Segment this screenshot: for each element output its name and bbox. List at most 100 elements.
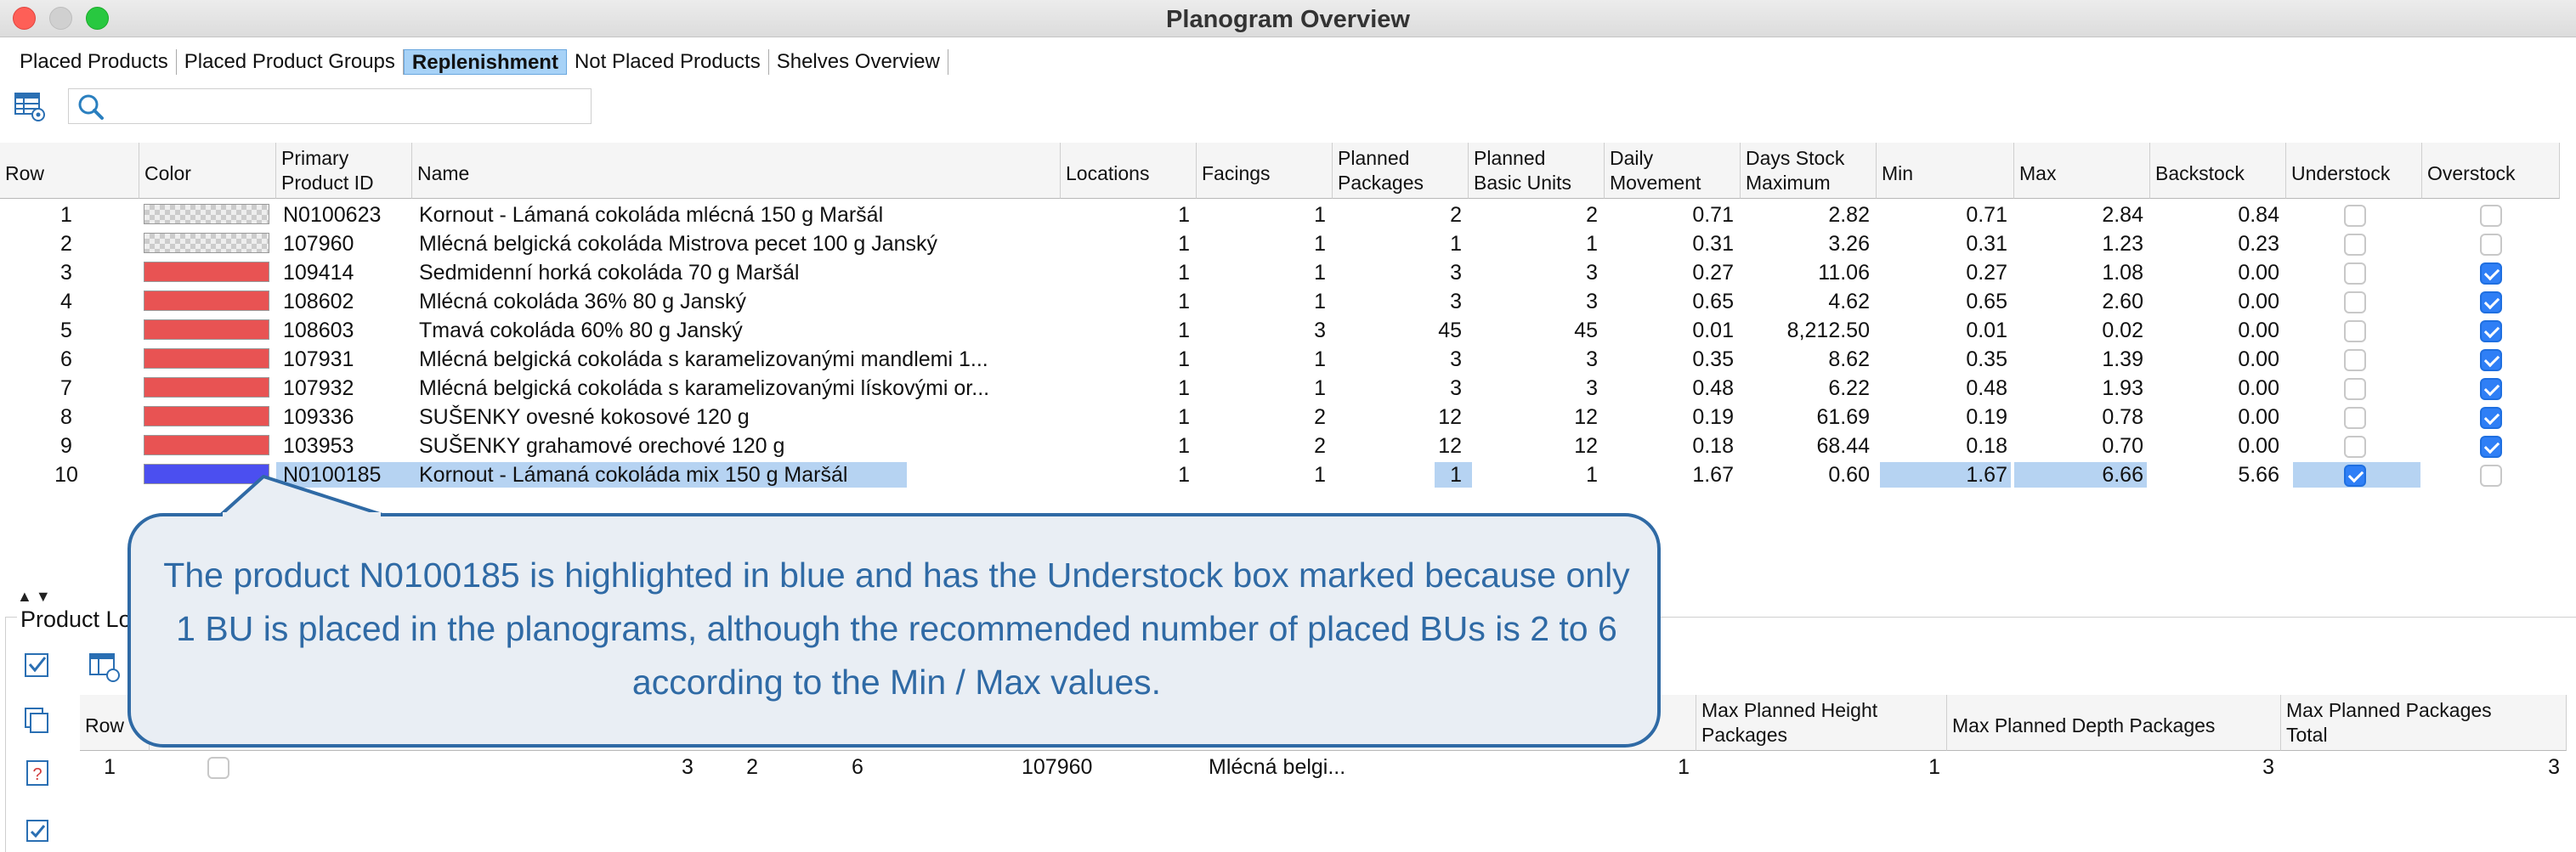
cell-facings: 1 [1314,376,1326,400]
cell-max: 2.84 [2102,203,2143,227]
understock-checkbox[interactable] [2344,349,2366,371]
overstock-checkbox[interactable] [2480,436,2502,458]
header-facings[interactable]: Facings [1197,143,1333,199]
understock-checkbox[interactable] [2344,234,2366,256]
cell-row: 2 [60,232,72,256]
search-input[interactable] [116,93,584,120]
table-row[interactable]: 3 109414 Sedmidenní horká cokoláda 70 g Ma… [0,258,2567,287]
cell-facings: 2 [1314,405,1326,429]
sub-row-checkbox[interactable] [207,757,229,779]
understock-checkbox[interactable] [2344,320,2366,342]
tab-replenishment[interactable]: Replenishment [403,49,567,75]
header-max[interactable]: Max [2014,143,2150,199]
table-row[interactable]: 8 109336 SUŠENKY ovesné kokosové 120 g 1 2 12… [0,403,2567,432]
overstock-checkbox[interactable] [2480,234,2502,256]
copy-icon[interactable] [22,705,53,736]
header-name[interactable]: Name [412,143,1061,199]
cell-facings: 1 [1314,347,1326,371]
cell-min: 0.48 [1966,376,2007,400]
tab-placed-products[interactable]: Placed Products [12,49,177,75]
cell-pp: 3 [1450,347,1462,371]
cell-max: 2.60 [2102,290,2143,313]
help-icon[interactable]: ? [22,758,53,788]
table-settings-icon[interactable] [14,90,46,122]
header-dm-line1: Daily [1610,147,1654,169]
cell-dm: 0.48 [1692,376,1734,400]
table-row[interactable]: 1 N0100623 Kornout - Lámaná cokoláda mlécn… [0,200,2567,229]
sub-cell-c3: 6 [852,755,863,779]
sub-header-max-planned-total[interactable]: Max Planned Packages Total [2281,695,2567,751]
overstock-checkbox[interactable] [2480,291,2502,313]
cell-pp: 12 [1438,405,1462,429]
cell-min: 1.67 [1966,463,2007,487]
color-swatch [144,348,269,369]
cell-row: 1 [60,203,72,227]
cell-dsm: 61.69 [1816,405,1870,429]
cell-facings: 1 [1314,261,1326,285]
cell-pp: 3 [1450,290,1462,313]
sub-header-mph-line1: Max Planned Height [1701,699,1878,721]
header-overstock[interactable]: Overstock [2422,143,2560,199]
overstock-checkbox[interactable] [2480,465,2502,487]
table-row[interactable]: 5 108603 Tmavá cokoláda 60% 80 g Janský 1 3 4… [0,316,2567,345]
cell-facings: 1 [1314,463,1326,487]
sub-table-row[interactable]: 1 2 3 6 107960 Mlécná belgi... 1 1 3 3 [80,753,2567,781]
cell-facings: 1 [1314,290,1326,313]
cell-dm: 0.31 [1692,232,1734,256]
table-row[interactable]: 4 108602 Mlécná cokoláda 36% 80 g Janský 1 1… [0,287,2567,316]
table-row[interactable]: 7 107932 Mlécná belgická cokoláda s karame… [0,374,2567,403]
overstock-checkbox[interactable] [2480,262,2502,285]
tab-not-placed-products[interactable]: Not Placed Products [567,49,769,75]
header-row[interactable]: Row [0,143,139,199]
sub-header-max-planned-depth[interactable]: Max Planned Depth Packages [1947,695,2281,751]
header-planned-basic-units[interactable]: Planned Basic Units [1469,143,1605,199]
overstock-checkbox[interactable] [2480,378,2502,400]
table-row[interactable]: 2 107960 Mlécná belgická cokoláda Mistrova… [0,229,2567,258]
table-row[interactable]: 6 107931 Mlécná belgická cokoláda s karame… [0,345,2567,374]
splitter-arrows-icon[interactable]: ▲▼ [17,588,54,606]
header-locations[interactable]: Locations [1061,143,1197,199]
header-color-label: Color [144,162,191,184]
overstock-checkbox[interactable] [2480,407,2502,429]
select-all-icon[interactable] [22,649,53,680]
cell-locations: 1 [1178,232,1190,256]
overstock-checkbox[interactable] [2480,349,2502,371]
sub-header-mpt-line1: Max Planned Packages [2286,699,2492,721]
table-row[interactable]: 10 N0100185 Kornout - Lámaná cokoláda mix … [0,460,2567,489]
understock-checkbox[interactable] [2344,205,2366,227]
understock-checkbox[interactable] [2344,378,2366,400]
cell-row: 5 [60,319,72,342]
understock-checkbox[interactable] [2344,436,2366,458]
cell-name: Mlécná belgická cokoláda s karamelizovan… [419,347,988,371]
sub-header-max-planned-height[interactable]: Max Planned Height Packages [1696,695,1947,751]
overstock-checkbox[interactable] [2480,205,2502,227]
cell-dm: 0.65 [1692,290,1734,313]
header-days-stock-maximum[interactable]: Days Stock Maximum [1741,143,1877,199]
sub-table-settings-icon[interactable] [88,651,121,683]
title-bar: Planogram Overview [0,0,2576,37]
search-field[interactable] [68,88,592,124]
tab-shelves-overview[interactable]: Shelves Overview [769,49,948,75]
cell-pp: 12 [1438,434,1462,458]
header-primary-product-id[interactable]: Primary Product ID [276,143,412,199]
cell-row: 10 [54,463,78,487]
cell-dm: 1.67 [1692,463,1734,487]
header-planned-packages[interactable]: Planned Packages [1333,143,1469,199]
table-row[interactable]: 9 103953 SUŠENKY grahamové orechové 120 g 1… [0,432,2567,460]
tab-placed-product-groups[interactable]: Placed Product Groups [177,49,404,75]
header-daily-movement[interactable]: Daily Movement [1605,143,1741,199]
understock-checkbox[interactable] [2344,465,2366,487]
understock-checkbox[interactable] [2344,262,2366,285]
cell-locations: 1 [1178,319,1190,342]
header-understock[interactable]: Understock [2286,143,2422,199]
understock-checkbox[interactable] [2344,407,2366,429]
header-backstock[interactable]: Backstock [2150,143,2286,199]
cell-pp: 1 [1450,463,1462,487]
overstock-checkbox[interactable] [2480,320,2502,342]
sub-cell-pid: 107960 [1022,755,1093,779]
header-min[interactable]: Min [1877,143,2014,199]
cell-dsm: 11.06 [1818,261,1870,285]
understock-checkbox[interactable] [2344,291,2366,313]
header-color[interactable]: Color ▲ 1 [139,143,276,199]
export-icon[interactable] [22,815,53,846]
